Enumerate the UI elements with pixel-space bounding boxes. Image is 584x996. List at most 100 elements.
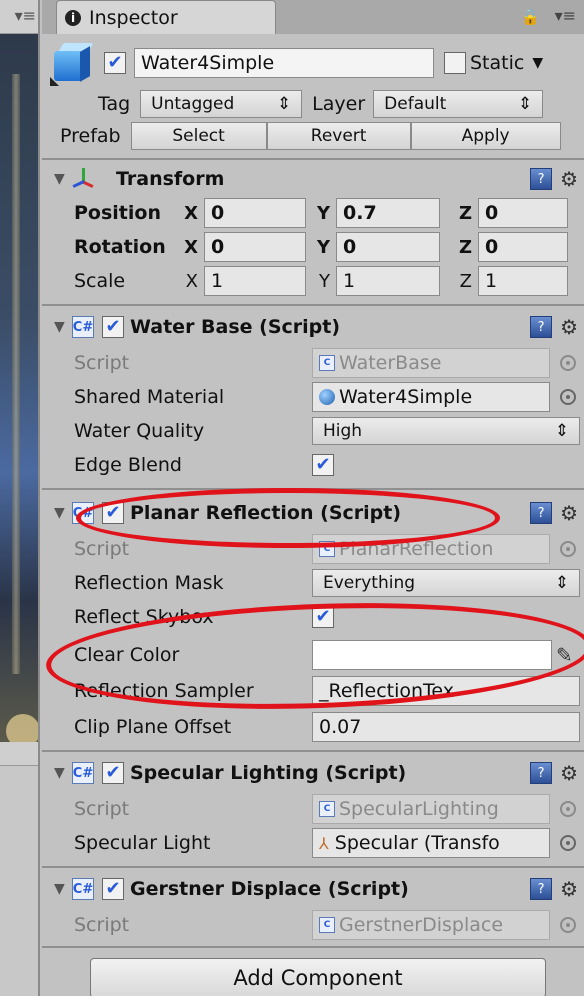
- script-icon: C: [319, 541, 335, 557]
- gerstner-displace-header[interactable]: ▼ C# ✔ Gerstner Displace (Script) ? ⚙: [42, 870, 584, 908]
- object-picker-icon[interactable]: [560, 801, 576, 817]
- help-icon[interactable]: ?: [530, 878, 553, 900]
- object-header: ✔ Water4Simple ✔ Static ▼: [42, 38, 584, 88]
- specular-lighting-header[interactable]: ▼ C# ✔ Specular Lighting (Script) ? ⚙: [42, 754, 584, 792]
- component-enabled-checkbox[interactable]: ✔: [102, 762, 124, 784]
- object-picker-icon[interactable]: [560, 917, 576, 933]
- chevron-down-icon[interactable]: ▼: [532, 55, 543, 71]
- position-y-input[interactable]: 0.7: [336, 198, 440, 228]
- clip-plane-offset-input[interactable]: 0.07: [312, 712, 580, 742]
- script-field: C WaterBase: [312, 348, 550, 378]
- help-icon[interactable]: ?: [530, 762, 553, 784]
- foldout-icon[interactable]: ▼: [54, 505, 72, 521]
- rotation-z-input[interactable]: 0: [478, 232, 568, 262]
- component-enabled-checkbox[interactable]: ✔: [102, 878, 124, 900]
- lower-panel-strip: [0, 742, 38, 996]
- axis-y-label: Y: [316, 236, 330, 258]
- reflection-sampler-row: Reflection Sampler _ReflectionTex: [42, 674, 584, 708]
- tag-dropdown[interactable]: Untagged ⇕: [140, 90, 303, 118]
- position-z-input[interactable]: 0: [478, 198, 568, 228]
- rotation-label: Rotation: [74, 236, 166, 258]
- object-picker-icon[interactable]: [560, 355, 576, 371]
- divider: [42, 866, 584, 868]
- shared-material-field[interactable]: Water4Simple: [312, 382, 550, 412]
- shared-material-label: Shared Material: [74, 386, 225, 408]
- layer-dropdown[interactable]: Default ⇕: [373, 90, 544, 118]
- lock-icon[interactable]: 🔒: [521, 8, 540, 26]
- static-label: Static: [470, 52, 525, 74]
- object-picker-icon[interactable]: [560, 389, 576, 405]
- divider: [42, 488, 584, 490]
- position-label: Position: [74, 202, 161, 224]
- active-checkbox[interactable]: ✔: [104, 52, 126, 74]
- prefab-apply-button[interactable]: Apply: [410, 122, 561, 150]
- scale-z-input[interactable]: 1: [478, 266, 568, 296]
- edge-blend-row: Edge Blend ✔: [42, 448, 584, 482]
- info-icon: i: [65, 9, 81, 26]
- component-title: Water Base (Script): [130, 316, 341, 338]
- position-x-input[interactable]: 0: [204, 198, 306, 228]
- object-picker-icon[interactable]: [560, 835, 576, 851]
- scale-x-input[interactable]: 1: [204, 266, 306, 296]
- clip-plane-offset-row: Clip Plane Offset 0.07: [42, 710, 584, 744]
- help-icon[interactable]: ?: [530, 502, 553, 524]
- object-picker-icon[interactable]: [560, 541, 576, 557]
- gear-icon[interactable]: ⚙: [560, 877, 578, 901]
- eyedropper-icon[interactable]: ✎: [556, 643, 573, 667]
- static-checkbox[interactable]: ✔: [444, 52, 466, 74]
- menu-icon[interactable]: ▾≡: [15, 6, 36, 25]
- water-base-header[interactable]: ▼ C# ✔ Water Base (Script) ? ⚙: [42, 308, 584, 346]
- script-value: WaterBase: [339, 352, 442, 374]
- reflection-sampler-input[interactable]: _ReflectionTex: [312, 676, 580, 706]
- object-name-input[interactable]: Water4Simple: [134, 48, 434, 78]
- gear-icon[interactable]: ⚙: [560, 501, 578, 525]
- rotation-y-input[interactable]: 0: [336, 232, 440, 262]
- gear-icon[interactable]: ⚙: [560, 315, 578, 339]
- transform-icon: [72, 168, 94, 190]
- foldout-icon[interactable]: ▼: [54, 171, 72, 187]
- planar-reflection-header[interactable]: ▼ C# ✔ Planar Reflection (Script) ? ⚙: [42, 494, 584, 532]
- water-base-script-row: Script C WaterBase: [42, 346, 584, 380]
- component-enabled-checkbox[interactable]: ✔: [102, 316, 124, 338]
- scene-object: [12, 74, 20, 674]
- transform-header[interactable]: ▼ Transform ? ⚙: [42, 162, 584, 196]
- rotation-x-input[interactable]: 0: [204, 232, 306, 262]
- scale-y-input[interactable]: 1: [336, 266, 440, 296]
- layer-value: Default: [384, 94, 447, 114]
- script-icon: C: [319, 355, 335, 371]
- axis-y-label: Y: [319, 270, 330, 292]
- edge-blend-checkbox[interactable]: ✔: [312, 454, 334, 476]
- position-row: Position X 0 Y 0.7 Z 0: [42, 196, 584, 230]
- foldout-icon[interactable]: ▼: [54, 765, 72, 781]
- lower-panel-toolbar: [0, 742, 38, 766]
- scene-toolbar: ▾≡: [0, 0, 38, 34]
- specular-light-field[interactable]: ⅄ Specular (Transfo: [312, 828, 550, 858]
- reflect-skybox-checkbox[interactable]: ✔: [312, 606, 334, 628]
- rotation-row: Rotation X 0 Y 0 Z 0: [42, 230, 584, 264]
- component-enabled-checkbox[interactable]: ✔: [102, 502, 124, 524]
- script-icon: C: [319, 801, 335, 817]
- menu-icon[interactable]: ▾≡: [555, 6, 576, 25]
- axis-x-label: X: [184, 202, 198, 224]
- foldout-icon[interactable]: ▼: [54, 881, 72, 897]
- reflection-mask-dropdown[interactable]: Everything ⇕: [312, 569, 580, 597]
- help-icon[interactable]: ?: [530, 168, 553, 190]
- help-icon[interactable]: ?: [530, 316, 553, 338]
- water-quality-dropdown[interactable]: High ⇕: [312, 417, 580, 445]
- script-field: C GerstnerDisplace: [312, 910, 550, 940]
- add-component-button[interactable]: Add Component: [90, 958, 546, 996]
- script-value: PlanarReflection: [339, 538, 494, 560]
- dropdown-arrow-icon: ⇕: [554, 421, 569, 441]
- tag-layer-row: Tag Untagged ⇕ Layer Default ⇕: [42, 88, 584, 120]
- clip-plane-offset-label: Clip Plane Offset: [74, 716, 232, 738]
- clear-color-swatch[interactable]: [312, 640, 552, 670]
- script-field: C SpecularLighting: [312, 794, 550, 824]
- prefab-revert-button[interactable]: Revert: [266, 122, 411, 150]
- gear-icon[interactable]: ⚙: [560, 167, 578, 191]
- gear-icon[interactable]: ⚙: [560, 761, 578, 785]
- tab-inspector[interactable]: i Inspector: [56, 0, 276, 34]
- script-label: Script: [74, 352, 130, 374]
- scene-viewport[interactable]: [0, 34, 38, 748]
- foldout-icon[interactable]: ▼: [54, 319, 72, 335]
- prefab-select-button[interactable]: Select: [130, 122, 267, 150]
